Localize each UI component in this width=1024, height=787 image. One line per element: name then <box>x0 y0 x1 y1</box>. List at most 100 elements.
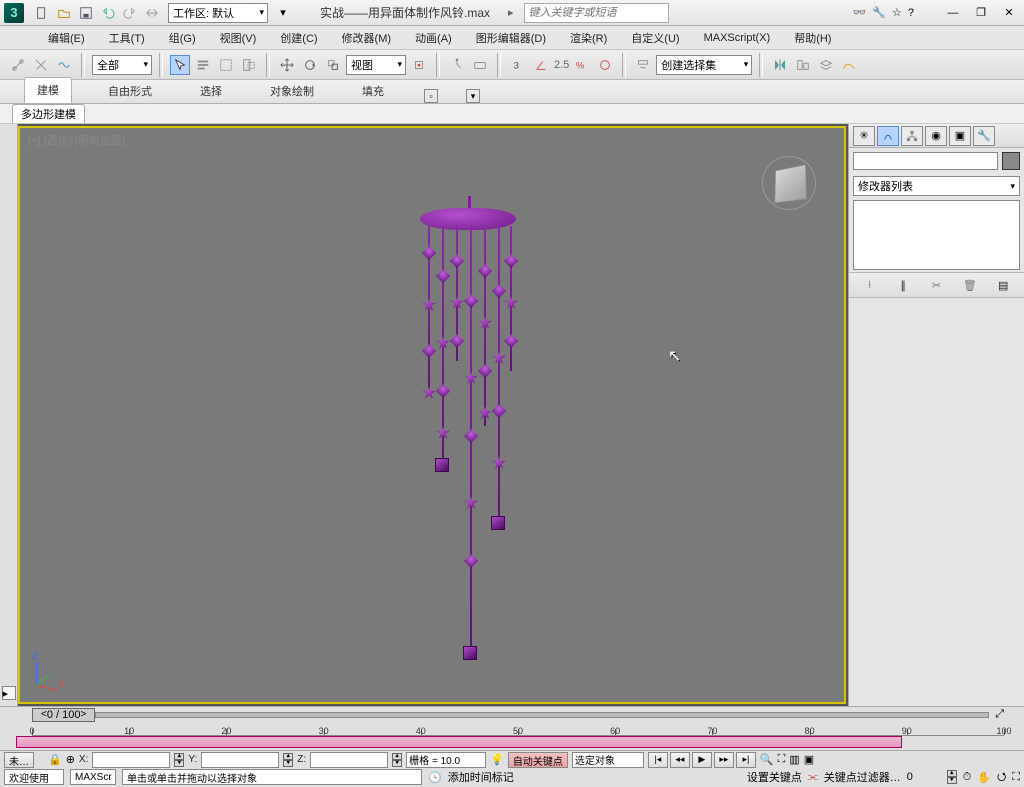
infocenter-star-icon[interactable]: ☆ <box>892 6 902 19</box>
selection-lock-button[interactable]: 未… <box>4 752 34 768</box>
scale-icon[interactable] <box>323 55 343 75</box>
ribbon-dropdown-icon[interactable]: ▾ <box>466 89 480 103</box>
ribbon-tab-populate[interactable]: 填充 <box>350 79 396 103</box>
percent-snap-icon[interactable]: % <box>572 55 592 75</box>
next-frame-icon[interactable]: ▸▸ <box>714 752 734 768</box>
timeline-expand-icon[interactable]: ⤢ <box>995 708 1004 721</box>
redo-icon[interactable] <box>120 3 140 23</box>
menu-grapheditors[interactable]: 图形编辑器(D) <box>468 28 554 48</box>
mirror-icon[interactable] <box>770 55 790 75</box>
search-help-input[interactable] <box>524 3 669 23</box>
menu-edit[interactable]: 编辑(E) <box>40 28 93 48</box>
open-icon[interactable] <box>54 3 74 23</box>
z-spinner[interactable]: ▴▾ <box>392 753 402 767</box>
maxscript-mini[interactable]: MAXScr <box>70 769 116 785</box>
manipulate-icon[interactable] <box>447 55 467 75</box>
abs-rel-icon[interactable]: ⊕ <box>66 753 75 766</box>
infocenter-key-icon[interactable]: 🔧 <box>872 6 886 19</box>
nav-maxtoggle-icon[interactable]: ⛶ <box>1012 771 1020 784</box>
selection-filter-dropdown[interactable]: 全部 <box>92 55 152 75</box>
time-slider-track[interactable] <box>95 712 989 718</box>
z-input[interactable] <box>310 752 388 768</box>
window-restore-button[interactable]: ❐ <box>970 4 992 22</box>
goto-end-icon[interactable]: ▸| <box>736 752 756 768</box>
ribbon-subtab-polymodeling[interactable]: 多边形建模 <box>12 104 85 123</box>
rotate-icon[interactable] <box>300 55 320 75</box>
cmd-tab-display-icon[interactable]: ▣ <box>949 126 971 146</box>
bind-spacewarp-icon[interactable] <box>54 55 74 75</box>
viewport-play-icon[interactable]: ▸ <box>2 686 16 700</box>
keyboard-shortcut-icon[interactable] <box>470 55 490 75</box>
menu-tools[interactable]: 工具(T) <box>101 28 153 48</box>
menu-maxscript[interactable]: MAXScript(X) <box>696 30 779 46</box>
make-unique-icon[interactable]: ✂ <box>926 275 946 295</box>
viewport-perspective[interactable]: [+] [透视] [明暗处理] <box>18 126 846 704</box>
window-crossing-icon[interactable] <box>239 55 259 75</box>
view-cube[interactable] <box>754 148 824 218</box>
layer-manager-icon[interactable] <box>816 55 836 75</box>
nav-region-icon[interactable]: ▣ <box>804 753 814 766</box>
menu-view[interactable]: 视图(V) <box>212 28 265 48</box>
time-slider-thumb[interactable]: < 0 / 100 > <box>32 708 95 722</box>
title-arrow-icon[interactable]: ▸ <box>508 6 514 19</box>
workspace-dropdown[interactable]: 工作区: 默认 <box>168 3 268 23</box>
x-spinner[interactable]: ▴▾ <box>174 753 184 767</box>
snap-toggle-icon[interactable]: 3 <box>508 55 528 75</box>
select-region-rect-icon[interactable] <box>216 55 236 75</box>
nav-zoomall-icon[interactable]: ⛶ <box>778 753 786 766</box>
current-frame-spinner[interactable]: ▴▾ <box>947 770 957 784</box>
nav-pan-icon[interactable]: ✋ <box>977 771 991 784</box>
modifier-stack[interactable] <box>853 200 1020 270</box>
align-icon[interactable] <box>793 55 813 75</box>
menu-group[interactable]: 组(G) <box>161 28 204 48</box>
play-icon[interactable]: ▶ <box>692 752 712 768</box>
window-minimize-button[interactable]: — <box>942 4 964 22</box>
menu-render[interactable]: 渲染(R) <box>562 28 615 48</box>
object-color-swatch[interactable] <box>1002 152 1020 170</box>
configure-sets-icon[interactable]: ▤ <box>993 275 1013 295</box>
nav-zoom-icon[interactable]: 🔍 <box>760 753 774 766</box>
menu-animation[interactable]: 动画(A) <box>407 28 460 48</box>
ribbon-tab-freeform[interactable]: 自由形式 <box>96 79 164 103</box>
cmd-tab-hierarchy-icon[interactable] <box>901 126 923 146</box>
time-tag-dropdown[interactable]: 添加时间标记 <box>448 769 558 785</box>
isolate-icon[interactable]: 💡 <box>490 753 504 766</box>
refcoord-dropdown[interactable]: 视图 <box>346 55 406 75</box>
cmd-tab-modify-icon[interactable] <box>877 126 899 146</box>
cmd-tab-utilities-icon[interactable]: 🔧 <box>973 126 995 146</box>
remove-modifier-icon[interactable]: 🗑 <box>960 275 980 295</box>
ribbon-tab-objectpaint[interactable]: 对象绘制 <box>258 79 326 103</box>
x-input[interactable] <box>92 752 170 768</box>
keyfilters-button[interactable]: 关键点过滤器… <box>824 769 901 785</box>
pivot-center-icon[interactable] <box>409 55 429 75</box>
infocenter-binoculars-icon[interactable]: 👓 <box>853 6 867 19</box>
unlink-icon[interactable] <box>31 55 51 75</box>
editnamedsel-icon[interactable] <box>633 55 653 75</box>
named-selection-dropdown[interactable]: 创建选择集 <box>656 55 752 75</box>
menu-customize[interactable]: 自定义(U) <box>623 28 687 48</box>
ribbon-tab-selection[interactable]: 选择 <box>188 79 234 103</box>
undo-icon[interactable] <box>98 3 118 23</box>
menu-modifiers[interactable]: 修改器(M) <box>334 28 400 48</box>
select-object-icon[interactable] <box>170 55 190 75</box>
autokey-button[interactable]: 自动关键点 <box>508 752 568 768</box>
track-bar[interactable] <box>16 736 902 748</box>
y-input[interactable] <box>201 752 279 768</box>
workspace-more-icon[interactable]: ▾ <box>274 4 292 22</box>
infocenter-help-icon[interactable]: ? <box>908 7 914 19</box>
save-icon[interactable] <box>76 3 96 23</box>
keymode-dropdown[interactable]: 选定对象 <box>572 752 644 768</box>
nav-fov-icon[interactable]: ▥ <box>789 753 799 766</box>
goto-start-icon[interactable]: |◂ <box>648 752 668 768</box>
modifier-list-dropdown[interactable]: 修改器列表 <box>853 176 1020 196</box>
prev-frame-icon[interactable]: ◂◂ <box>670 752 690 768</box>
menu-create[interactable]: 创建(C) <box>272 28 325 48</box>
spinner-snap-icon[interactable] <box>595 55 615 75</box>
move-icon[interactable] <box>277 55 297 75</box>
pin-stack-icon[interactable]: ⟊ <box>860 275 880 295</box>
lock-icon[interactable]: 🔒 <box>48 753 62 766</box>
viewport-label[interactable]: [+] [透视] [明暗处理] <box>28 132 125 148</box>
ribbon-tab-modeling[interactable]: 建模 <box>24 77 72 103</box>
bind-link-icon[interactable] <box>8 55 28 75</box>
object-name-input[interactable] <box>853 152 998 170</box>
